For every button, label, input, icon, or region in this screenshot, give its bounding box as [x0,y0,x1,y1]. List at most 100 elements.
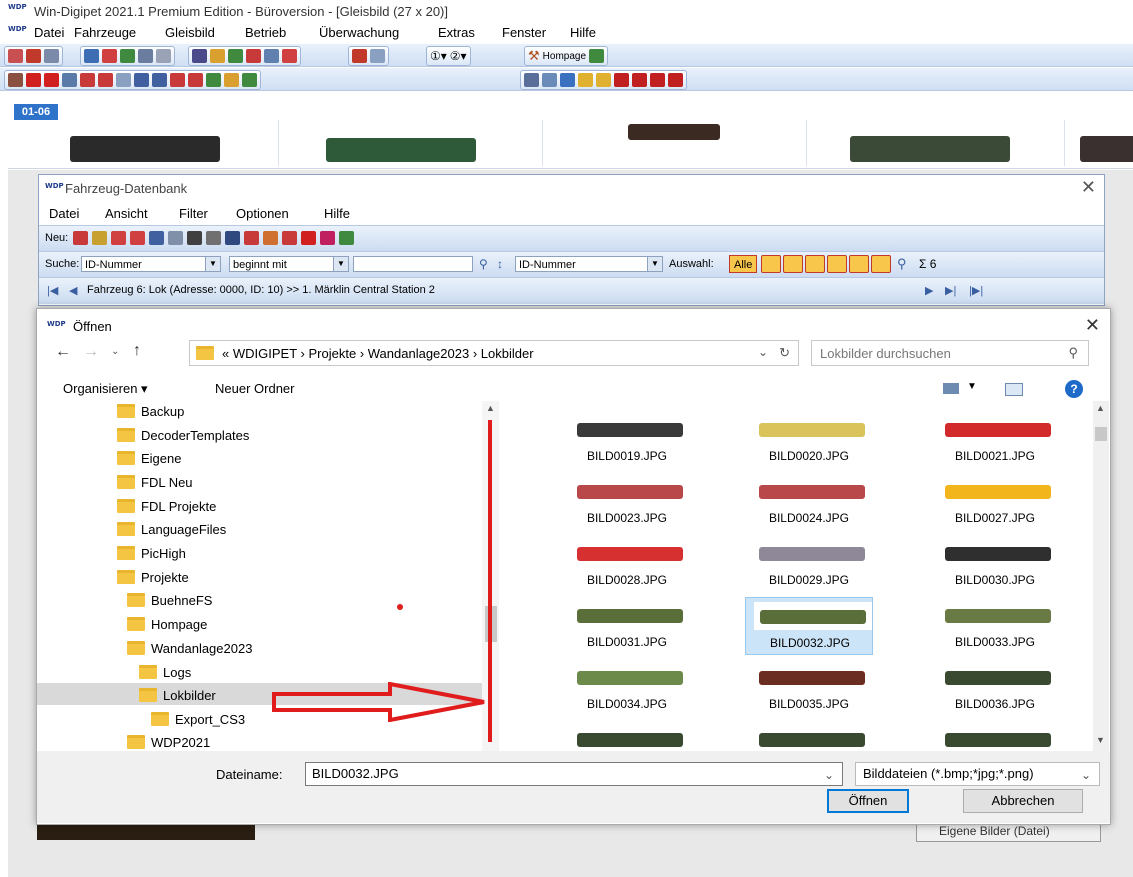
chevron-down-icon[interactable]: ⌄ [824,764,834,786]
tool-icon[interactable] [26,49,41,63]
breadcrumb-item[interactable]: Wandanlage2023 [368,346,469,361]
search-icon[interactable] [370,49,385,63]
filter-railcar-button[interactable] [783,255,803,273]
menu-gleisbild[interactable]: Gleisbild [165,25,215,40]
tools-icon[interactable]: ⚒ [528,48,540,64]
tree-item-logs[interactable]: Logs [139,662,191,684]
file-item[interactable]: BILD0029.JPG [745,535,873,593]
file-item[interactable] [931,721,1059,751]
save-icon[interactable] [149,231,164,245]
tree-item-wdp2021[interactable]: WDP2021 [127,732,210,751]
filter-car-button[interactable] [805,255,825,273]
menu-fenster[interactable]: Fenster [502,25,546,40]
tool-icon[interactable] [263,231,278,245]
tree-item-languagefiles[interactable]: LanguageFiles [117,519,226,541]
fdb-menu-ansicht[interactable]: Ansicht [105,206,148,221]
file-item[interactable]: BILD0032.JPG [745,597,873,655]
tool-icon[interactable] [62,73,77,87]
breadcrumb-item[interactable]: Lokbilder [481,346,534,361]
folder-search-input[interactable]: Lokbilder durchsuchen ⚲ [811,340,1089,366]
tree-item-buehnefs[interactable]: BuehneFS [127,590,212,612]
hompage-button[interactable]: Hompage [543,51,586,62]
file-item[interactable]: BILD0019.JPG [563,411,691,469]
close-icon[interactable]: ✕ [1081,177,1096,198]
print-icon[interactable] [206,231,221,245]
copy-icon[interactable] [168,231,183,245]
tool-icon[interactable] [44,49,59,63]
delete-icon[interactable] [187,231,202,245]
tool-icon[interactable] [102,49,117,63]
tree-item-backup[interactable]: Backup [117,401,184,423]
file-grid-scroll-thumb[interactable] [1095,427,1107,441]
sort-icon[interactable]: ↕ [497,257,503,271]
file-item[interactable] [563,721,691,751]
exit-icon[interactable] [339,231,354,245]
tool-icon[interactable] [98,73,113,87]
next-record-icon[interactable]: ▶ [925,284,933,297]
new-loco-icon[interactable] [73,231,88,245]
tool-icon[interactable] [650,73,665,87]
loco-slot[interactable] [1064,120,1133,166]
tool-icon[interactable] [246,49,261,63]
filter-other-button[interactable] [871,255,891,273]
one-circle-icon[interactable]: ①▾ [430,49,447,63]
tool-icon[interactable] [282,231,297,245]
chevron-down-icon[interactable]: ⌄ [758,345,768,359]
preview-pane-icon[interactable] [1005,383,1023,396]
tool-icon[interactable] [84,49,99,63]
file-item[interactable]: BILD0033.JPG [931,597,1059,655]
tool-icon[interactable] [242,73,257,87]
fdb-menu-datei[interactable]: Datei [49,206,79,221]
filename-input[interactable]: BILD0032.JPG ⌄ [305,762,843,786]
fdb-menu-hilfe[interactable]: Hilfe [324,206,350,221]
new-folder-button[interactable]: Neuer Ordner [215,381,294,396]
new-car-icon[interactable] [111,231,126,245]
tree-item-fdl-projekte[interactable]: FDL Projekte [117,496,216,518]
scroll-up-icon[interactable]: ▲ [1096,403,1105,413]
fdb-menu-optionen[interactable]: Optionen [236,206,289,221]
binoculars-icon[interactable] [524,73,539,87]
filter-coach-button[interactable] [849,255,869,273]
scroll-down-icon[interactable]: ▼ [1096,735,1105,745]
file-item[interactable]: BILD0023.JPG [563,473,691,531]
filter-loco-button[interactable] [761,255,781,273]
help-icon[interactable]: ? [1065,380,1083,398]
file-item[interactable]: BILD0036.JPG [931,659,1059,717]
tree-item-eigene[interactable]: Eigene [117,448,181,470]
exit-icon[interactable] [589,49,605,63]
file-item[interactable]: BILD0034.JPG [563,659,691,717]
back-arrow-icon[interactable]: ← [55,343,71,361]
breadcrumb-overflow[interactable]: « [222,346,229,361]
address-bar[interactable]: « WDIGIPET › Projekte › Wandanlage2023 ›… [189,340,799,366]
tool-icon[interactable] [224,73,239,87]
file-item[interactable]: BILD0021.JPG [931,411,1059,469]
tool-icon[interactable] [632,73,647,87]
tool-icon[interactable] [192,49,207,63]
magnifier-icon[interactable]: ⚲ [897,256,907,272]
open-button[interactable]: Öffnen [827,789,909,813]
up-arrow-icon[interactable]: ↑ [133,342,141,360]
menu-betrieb[interactable]: Betrieb [245,25,286,40]
loco-slot[interactable] [542,120,807,166]
match-mode-select[interactable]: beginnt mit ▼ [229,256,349,272]
file-item[interactable]: BILD0028.JPG [563,535,691,593]
tree-item-hompage[interactable]: Hompage [127,614,207,636]
scroll-up-icon[interactable]: ▲ [486,403,495,413]
menu-ueberwachung[interactable]: Überwachung [319,25,399,40]
zoom-in-icon[interactable] [134,73,149,87]
tool-icon[interactable] [320,231,335,245]
clock-icon[interactable] [560,73,575,87]
search-field-select[interactable]: ID-Nummer ▼ [81,256,221,272]
search-input[interactable] [353,256,473,272]
loco-strip-tab[interactable]: 01-06 [14,104,58,120]
chevron-down-icon[interactable]: ▼ [967,381,977,392]
stop-icon[interactable] [26,73,41,87]
tree-item-pichigh[interactable]: PicHigh [117,543,186,565]
tool-icon[interactable] [282,49,297,63]
file-item[interactable] [745,721,873,751]
tree-item-projekte[interactable]: Projekte [117,567,189,589]
table-icon[interactable] [225,231,240,245]
wdp-menu-logo-icon[interactable]: WDP [8,26,27,38]
new-railcar-icon[interactable] [92,231,107,245]
tool-icon[interactable] [8,73,23,87]
